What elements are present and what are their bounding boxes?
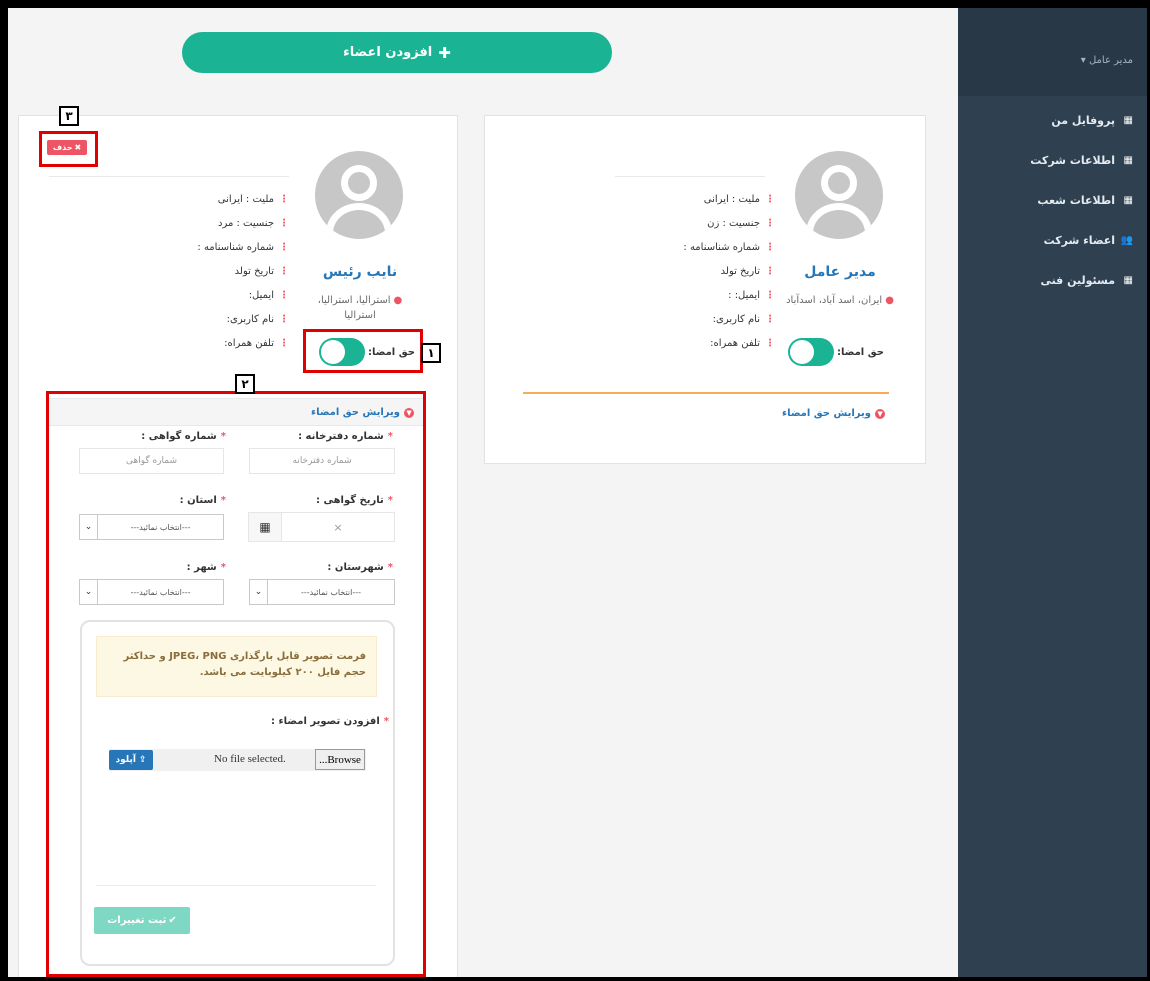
info-nationality: ⋮ ملیت : ایرانی: [703, 193, 775, 205]
signature-right-toggle-group: حق امضا:: [788, 338, 884, 366]
sidebar-nav: ▦ پروفایل من ▦ اطلاعات شرکت ▦ اطلاعات شع…: [958, 96, 1147, 300]
edit-signature-link[interactable]: ▼ ویرایش حق امضاء: [782, 408, 885, 419]
avatar: [795, 151, 883, 239]
sidebar-item-company-members[interactable]: 👥 اعضاء شرکت: [958, 220, 1147, 260]
divider: [49, 176, 289, 177]
annotation-box-form: [46, 391, 426, 977]
member-info-list: ⋮ ملیت : ایرانی ⋮ جنسیت : مرد ⋮ شماره شناسن…: [139, 187, 289, 355]
member-info-list: ⋮ ملیت : ایرانی ⋮ جنسیت : زن ⋮ شماره شناسنا…: [625, 187, 775, 355]
sidebar-item-label: پروفایل من: [1051, 113, 1115, 127]
sidebar-item-branches-info[interactable]: ▦ اطلاعات شعب: [958, 180, 1147, 220]
member-name: نایب رئیس: [322, 264, 398, 280]
sidebar-item-company-info[interactable]: ▦ اطلاعات شرکت: [958, 140, 1147, 180]
divider: [615, 176, 765, 177]
add-members-label: افزودن اعضاء: [343, 45, 433, 60]
users-icon: 👥: [1120, 234, 1133, 246]
member-name: مدیر عامل: [804, 264, 876, 280]
annotation-number-2: ۲: [235, 374, 255, 394]
sidebar-item-label: مسئولین فنی: [1040, 273, 1115, 287]
annotation-box-toggle: [303, 329, 423, 373]
signature-toggle[interactable]: [788, 338, 834, 366]
member-location: ●استرالیا، استرالیا، استرالیا: [317, 295, 403, 321]
divider: [523, 392, 889, 394]
plus-icon: ✚: [438, 43, 451, 62]
info-birth-date: ⋮ تاریخ تولد: [234, 265, 289, 277]
info-id-number: ⋮ شماره شناسنامه :: [197, 241, 289, 253]
grid-icon: ▦: [1123, 274, 1133, 286]
add-members-button[interactable]: ✚ افزودن اعضاء: [182, 32, 612, 73]
user-menu-dropdown[interactable]: مدیر عامل ▾: [1081, 55, 1133, 66]
sidebar-header: مدیر عامل ▾: [958, 8, 1147, 96]
chevron-down-icon: ▼: [875, 408, 885, 419]
info-birth-date: ⋮ تاریخ تولد: [720, 265, 775, 277]
info-id-number: ⋮ شماره شناسنامه :: [683, 241, 775, 253]
info-username: ⋮ نام کاربری:: [226, 313, 289, 325]
sidebar-item-label: اطلاعات شعب: [1037, 193, 1115, 207]
map-marker-icon: ●: [885, 295, 894, 306]
info-mobile: ⋮ تلفن همراه:: [710, 337, 775, 349]
sidebar: مدیر عامل ▾ ▦ پروفایل من ▦ اطلاعات شرکت …: [958, 8, 1147, 977]
map-marker-icon: ●: [393, 295, 403, 306]
member-location: ●ایران، اسد آباد، اسدآباد: [786, 295, 894, 306]
annotation-box-delete: [39, 131, 98, 167]
sidebar-item-technical-managers[interactable]: ▦ مسئولین فنی: [958, 260, 1147, 300]
sidebar-item-label: اعضاء شرکت: [1043, 233, 1115, 247]
signature-toggle-label: حق امضا:: [837, 346, 884, 358]
app-window: مدیر عامل ▾ ▦ پروفایل من ▦ اطلاعات شرکت …: [8, 8, 1147, 977]
info-email: ⋮ ایمیل:: [248, 289, 289, 301]
info-username: ⋮ نام کاربری:: [712, 313, 775, 325]
info-gender: ⋮ جنسیت : مرد: [217, 217, 289, 229]
info-email: ⋮ ایمیل: :: [728, 289, 775, 301]
info-nationality: ⋮ ملیت : ایرانی: [217, 193, 289, 205]
annotation-number-1: ۱: [421, 343, 441, 363]
grid-icon: ▦: [1123, 114, 1133, 126]
grid-icon: ▦: [1123, 154, 1133, 166]
sidebar-item-my-profile[interactable]: ▦ پروفایل من: [958, 100, 1147, 140]
info-gender: ⋮ جنسیت : زن: [707, 217, 775, 229]
avatar: [315, 151, 403, 239]
sidebar-item-label: اطلاعات شرکت: [1030, 153, 1115, 167]
member-card-ceo: مدیر عامل ●ایران، اسد آباد، اسدآباد حق ا…: [484, 115, 926, 464]
annotation-number-3: ۳: [59, 106, 79, 126]
info-mobile: ⋮ تلفن همراه:: [224, 337, 289, 349]
grid-icon: ▦: [1123, 194, 1133, 206]
